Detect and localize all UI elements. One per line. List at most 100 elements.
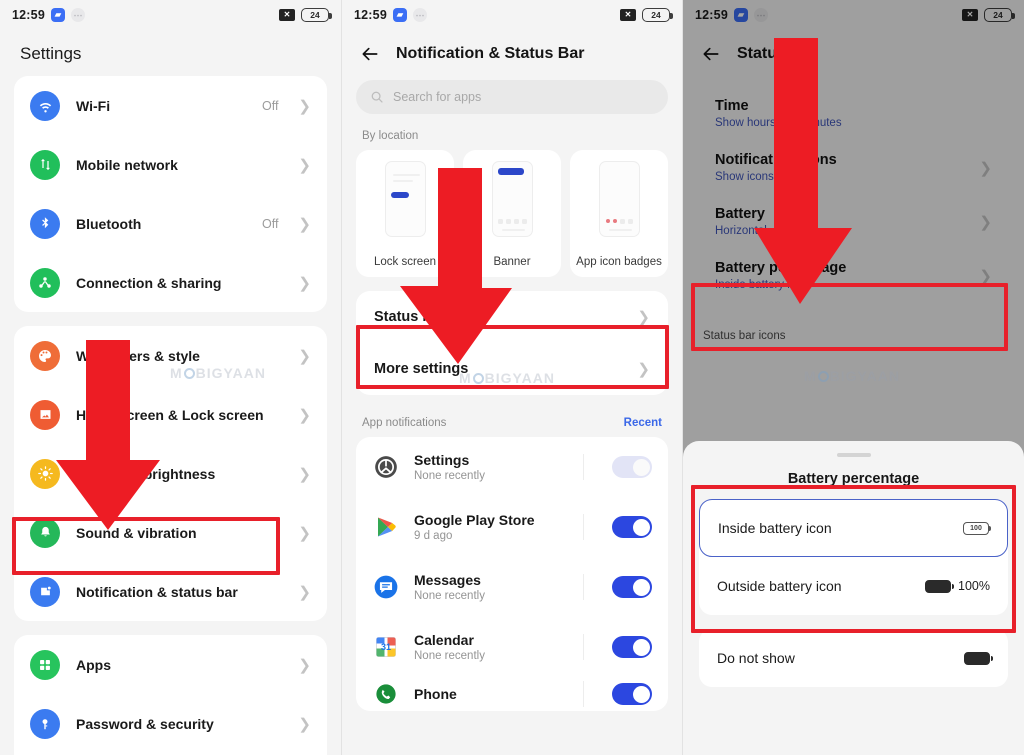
sidebar-item-password-security[interactable]: Password & security ❯ — [14, 694, 327, 753]
status-bar-left: 12:59 ▰ ⋯ — [354, 8, 427, 22]
row-status-bar[interactable]: Status bar ❯ — [356, 291, 668, 343]
status-bar-clock: 12:59 — [12, 8, 45, 22]
list-item[interactable]: Google Play Store 9 d ago — [356, 497, 668, 557]
sidebar-item-wallpapers-style[interactable]: Wallpapers & style ❯ — [14, 326, 327, 385]
more-dots-icon: ⋯ — [753, 8, 768, 22]
battery-inside-value: 100 — [970, 524, 982, 532]
list-item-text: Messages None recently — [414, 572, 569, 602]
row-battery-percentage[interactable]: Battery percentage Inside battery icon ❯ — [697, 248, 1010, 302]
option-label: Inside battery icon — [718, 520, 832, 536]
sidebar-item-notification-status-bar[interactable]: Notification & status bar ❯ — [14, 562, 327, 621]
status-bar-right: ✕ 24 — [962, 8, 1015, 22]
sidebar-item-bluetooth[interactable]: Bluetooth Off ❯ — [14, 194, 327, 253]
sidebar-item-connection-sharing[interactable]: Connection & sharing ❯ — [14, 253, 327, 312]
banner-preview-icon — [491, 161, 533, 237]
list-item[interactable]: 31 Calendar None recently — [356, 617, 668, 677]
wifi-icon — [30, 90, 60, 121]
app-subtitle: None recently — [414, 470, 485, 482]
sidebar-item-label: Notification & status bar — [76, 583, 238, 600]
option-label: Outside battery icon — [717, 578, 842, 594]
notification-toggle[interactable] — [612, 516, 652, 538]
search-input[interactable]: Search for apps — [356, 80, 668, 114]
mobile-network-icon — [30, 149, 60, 180]
more-dots-icon: ⋯ — [70, 8, 85, 22]
navigation-header: Notification & Status Bar — [342, 30, 682, 80]
notification-toggle[interactable] — [612, 683, 652, 705]
chevron-right-icon: ❯ — [298, 215, 311, 233]
app-notifications-sort[interactable]: Recent — [624, 417, 662, 429]
calendar-app-icon: 31 — [372, 633, 400, 661]
sidebar-item-label: Display & brightness — [76, 465, 216, 482]
row-text: Battery Horizontal — [715, 206, 979, 237]
row-time[interactable]: Time Show hours and minutes — [697, 86, 1010, 140]
list-item[interactable]: Messages None recently — [356, 557, 668, 617]
chevron-right-icon: ❯ — [298, 97, 311, 115]
lock-screen-preview-icon — [384, 161, 426, 237]
sidebar-item-wifi[interactable]: Wi-Fi Off ❯ — [14, 76, 327, 135]
sidebar-item-label: Apps — [76, 656, 111, 673]
chevron-right-icon: ❯ — [298, 524, 311, 542]
sidebar-item-value: Off — [261, 216, 279, 231]
page-title: Status bar — [737, 45, 816, 62]
row-label: Battery — [715, 206, 765, 222]
divider — [583, 454, 584, 480]
back-arrow-icon[interactable] — [360, 44, 380, 64]
search-placeholder: Search for apps — [393, 90, 482, 104]
location-card-lock-screen[interactable]: Lock screen — [356, 150, 454, 277]
sidebar-item-label: Sound & vibration — [76, 524, 197, 541]
row-notification-icons[interactable]: Notification icons Show icons ❯ — [697, 140, 1010, 194]
battery-hidden-icon — [964, 651, 994, 665]
status-bar-left: 12:59 ▰ ⋯ — [12, 8, 85, 22]
status-bar-right: ✕ 24 — [279, 8, 332, 22]
chevron-right-icon: ❯ — [979, 159, 992, 177]
location-card-label: Lock screen — [373, 256, 436, 268]
silent-mode-icon: ✕ — [962, 9, 978, 21]
notification-toggle[interactable] — [612, 636, 652, 658]
settings-group-personalization: Wallpapers & style ❯ Home screen & Lock … — [14, 326, 327, 621]
sidebar-item-label: Mobile network — [76, 156, 178, 173]
chevron-right-icon: ❯ — [298, 156, 311, 174]
apps-icon — [30, 649, 60, 680]
option-inside-battery-icon[interactable]: Inside battery icon 100 — [699, 499, 1008, 557]
row-more-settings[interactable]: More settings ❯ — [356, 343, 668, 395]
home-lock-screen-icon — [30, 399, 60, 430]
status-bar-battery: 24 — [642, 8, 673, 22]
panel-status-bar: 12:59 ▰ ⋯ ✕ 24 Status bar Time Show hour… — [683, 0, 1024, 755]
notification-toggle[interactable] — [612, 576, 652, 598]
list-item[interactable]: Phone — [356, 677, 668, 711]
watermark-o-icon — [817, 370, 829, 382]
app-notifications-header: App notifications Recent — [342, 417, 682, 437]
row-label: More settings — [374, 361, 469, 377]
page-title: Settings — [20, 44, 82, 63]
phone-app-icon — [372, 680, 400, 708]
back-arrow-icon[interactable] — [701, 44, 721, 64]
row-subtitle: Show hours and minutes — [715, 117, 842, 129]
screenshot-stage: 12:59 ▰ ⋯ ✕ 24 Settings Wi-Fi Off ❯ Mobi… — [0, 0, 1024, 755]
sidebar-item-label: Wi-Fi — [76, 97, 111, 114]
sidebar-item-home-lock-screen[interactable]: Home screen & Lock screen ❯ — [14, 385, 327, 444]
sidebar-item-apps[interactable]: Apps ❯ — [14, 635, 327, 694]
location-card-banner[interactable]: Banner — [463, 150, 561, 277]
row-label: Notification icons — [715, 152, 837, 168]
bluetooth-icon — [30, 208, 60, 239]
sheet-grabber[interactable] — [836, 453, 871, 457]
battery-percentage-sheet: Battery percentage Inside battery icon 1… — [683, 441, 1024, 755]
app-name: Phone — [414, 686, 457, 702]
sidebar-item-display-brightness[interactable]: Display & brightness ❯ — [14, 444, 327, 503]
list-item-text: Phone — [414, 686, 569, 702]
row-battery[interactable]: Battery Horizontal ❯ — [697, 194, 1010, 248]
location-card-app-icon-badges[interactable]: App icon badges — [570, 150, 668, 277]
notification-toggle[interactable] — [612, 456, 652, 478]
sidebar-item-sound-vibration[interactable]: Sound & vibration ❯ — [14, 503, 327, 562]
list-item-text: Settings None recently — [414, 452, 569, 482]
sidebar-item-mobile-network[interactable]: Mobile network ❯ — [14, 135, 327, 194]
panel-settings: 12:59 ▰ ⋯ ✕ 24 Settings Wi-Fi Off ❯ Mobi… — [0, 0, 341, 755]
list-item[interactable]: Settings None recently — [356, 437, 668, 497]
divider — [583, 681, 584, 707]
option-outside-battery-icon[interactable]: Outside battery icon 100% — [699, 557, 1008, 615]
app-icon-badges-preview-icon — [598, 161, 640, 237]
option-do-not-show[interactable]: Do not show — [699, 629, 1008, 687]
display-brightness-icon — [30, 458, 60, 489]
battery-outside-icon — [925, 579, 955, 593]
